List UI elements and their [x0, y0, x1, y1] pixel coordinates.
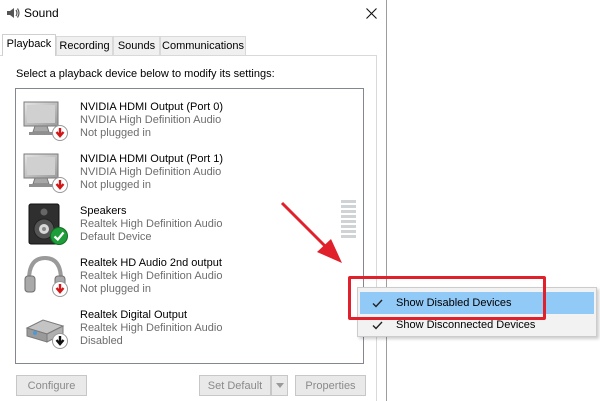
- black-down-arrow-badge-icon: [52, 333, 68, 349]
- device-status: Disabled: [80, 335, 123, 347]
- instruction-text: Select a playback device below to modify…: [16, 68, 275, 80]
- chevron-down-icon: [275, 383, 284, 388]
- device-item[interactable]: NVIDIA HDMI Output (Port 1) NVIDIA High …: [16, 147, 346, 199]
- tab-playback[interactable]: Playback: [2, 34, 56, 56]
- device-status: Not plugged in: [80, 283, 151, 295]
- properties-button[interactable]: Properties: [295, 375, 366, 396]
- device-item[interactable]: NVIDIA HDMI Output (Port 0) NVIDIA High …: [16, 95, 346, 147]
- device-driver: NVIDIA High Definition Audio: [80, 114, 222, 126]
- device-name: NVIDIA HDMI Output (Port 0): [80, 101, 224, 113]
- device-item[interactable]: Realtek Digital Output Realtek High Defi…: [16, 303, 346, 355]
- window-title: Sound: [24, 6, 59, 20]
- speaker-app-icon: [7, 8, 20, 18]
- close-icon: [365, 8, 377, 19]
- green-check-badge-icon: [50, 227, 68, 245]
- device-status: Not plugged in: [80, 127, 151, 139]
- configure-button[interactable]: Configure: [16, 375, 87, 396]
- red-down-arrow-badge-icon: [52, 281, 68, 297]
- tab-sounds[interactable]: Sounds: [113, 36, 160, 55]
- device-name: Realtek Digital Output: [80, 309, 187, 321]
- close-button[interactable]: [356, 0, 386, 27]
- device-driver: Realtek High Definition Audio: [80, 322, 223, 334]
- device-status: Not plugged in: [80, 179, 151, 191]
- device-driver: NVIDIA High Definition Audio: [80, 166, 222, 178]
- annotation-highlight-box: [348, 276, 546, 320]
- device-driver: Realtek High Definition Audio: [80, 270, 223, 282]
- device-name: NVIDIA HDMI Output (Port 1): [80, 153, 224, 165]
- title-bar: Sound: [0, 0, 386, 27]
- device-name: Realtek HD Audio 2nd output: [80, 257, 222, 269]
- sound-dialog: Sound Playback Recording Sounds Communic…: [0, 0, 387, 401]
- device-status: Default Device: [80, 231, 152, 243]
- tab-communications[interactable]: Communications: [160, 36, 246, 55]
- device-driver: Realtek High Definition Audio: [80, 218, 223, 230]
- volume-level-meter: [341, 200, 356, 242]
- tab-recording[interactable]: Recording: [56, 36, 113, 55]
- set-default-dropdown-button[interactable]: [271, 375, 288, 396]
- device-item[interactable]: Realtek HD Audio 2nd output Realtek High…: [16, 251, 346, 303]
- device-name: Speakers: [80, 205, 127, 217]
- device-list[interactable]: NVIDIA HDMI Output (Port 0) NVIDIA High …: [15, 88, 364, 364]
- set-default-button[interactable]: Set Default: [199, 375, 271, 396]
- red-down-arrow-badge-icon: [52, 125, 68, 141]
- red-down-arrow-badge-icon: [52, 177, 68, 193]
- device-item[interactable]: Speakers Realtek High Definition Audio D…: [16, 199, 346, 251]
